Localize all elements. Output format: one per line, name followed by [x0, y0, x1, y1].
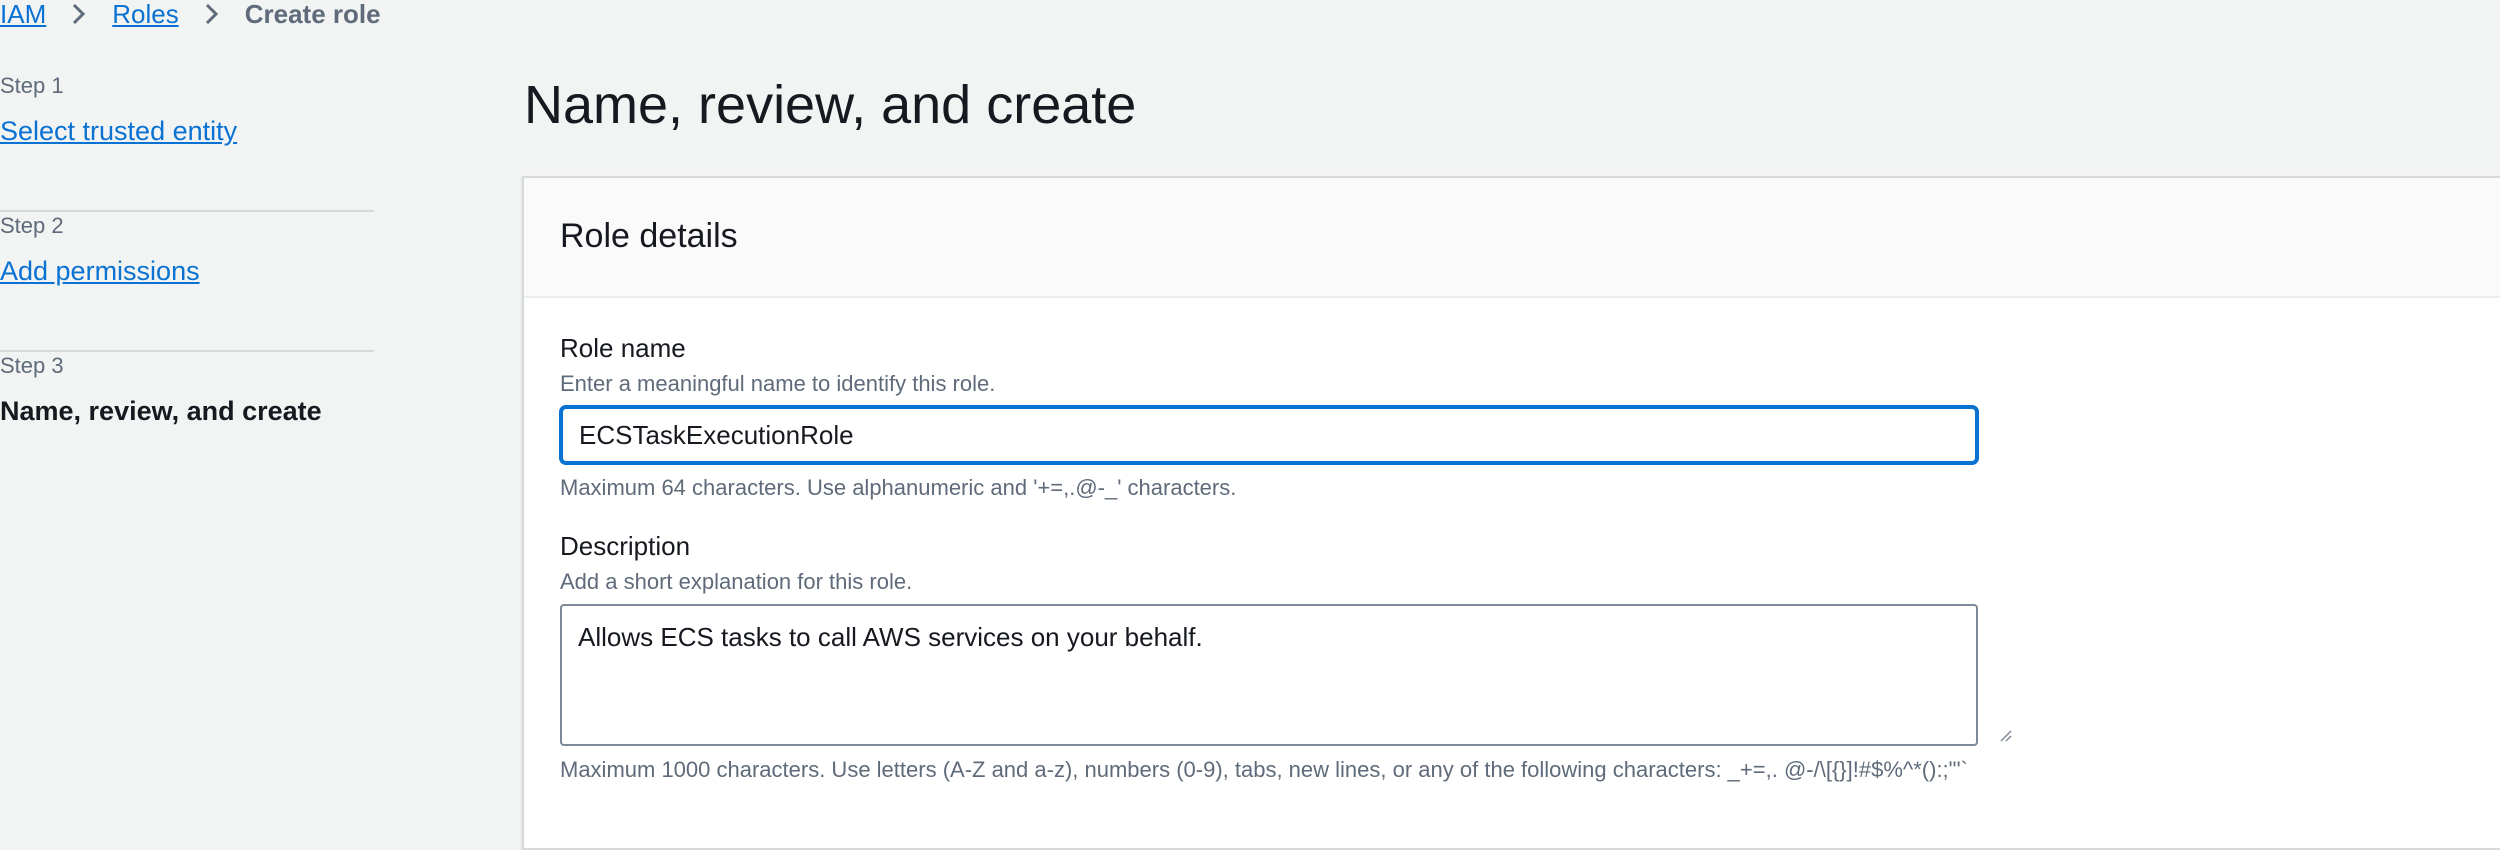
- wizard-step-2: Step 2 Add permissions: [0, 212, 374, 352]
- wizard-steps: Step 1 Select trusted entity Step 2 Add …: [0, 72, 374, 492]
- description-label: Description: [560, 531, 691, 561]
- description-hint: Add a short explanation for this role.: [560, 569, 913, 594]
- description-constraint: Maximum 1000 characters. Use letters (A-…: [560, 757, 1968, 782]
- step-link-select-trusted-entity[interactable]: Select trusted entity: [0, 114, 237, 148]
- resize-handle-icon[interactable]: [1998, 728, 2012, 742]
- wizard-step-1: Step 1 Select trusted entity: [0, 72, 374, 212]
- chevron-right-icon: [64, 0, 94, 28]
- breadcrumb-link-iam[interactable]: IAM: [0, 0, 46, 28]
- step-link-add-permissions[interactable]: Add permissions: [0, 254, 200, 288]
- step-number: Step 3: [0, 353, 64, 378]
- role-name-input[interactable]: [560, 406, 1978, 464]
- card-header: Role details: [524, 178, 2500, 298]
- breadcrumb-link-roles[interactable]: Roles: [112, 0, 178, 28]
- role-name-constraint: Maximum 64 characters. Use alphanumeric …: [560, 475, 1237, 500]
- breadcrumb: IAM Roles Create role: [0, 0, 381, 28]
- description-textarea[interactable]: Allows ECS tasks to call AWS services on…: [560, 604, 1978, 746]
- step-number: Step 1: [0, 73, 64, 98]
- breadcrumb-current: Create role: [244, 0, 381, 29]
- wizard-step-3: Step 3 Name, review, and create: [0, 352, 374, 492]
- step-number: Step 2: [0, 213, 64, 238]
- card-title: Role details: [560, 217, 738, 255]
- role-details-card: Role details Role name Enter a meaningfu…: [522, 176, 2500, 850]
- role-name-description: Enter a meaningful name to identify this…: [560, 371, 996, 396]
- chevron-right-icon: [197, 0, 227, 28]
- role-name-label: Role name: [560, 333, 686, 363]
- page-title: Name, review, and create: [524, 75, 1137, 135]
- step-current-title: Name, review, and create: [0, 396, 322, 426]
